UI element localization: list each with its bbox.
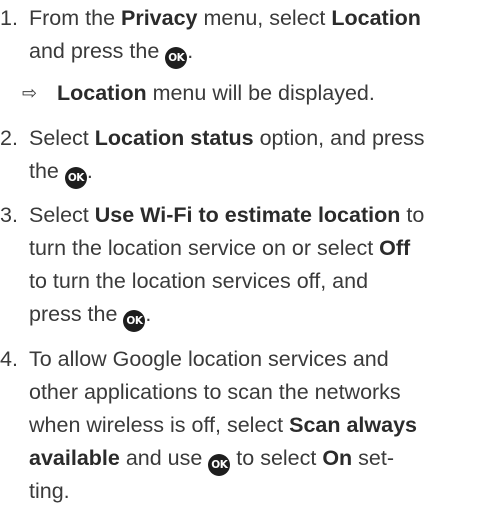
menu-name-location: Location <box>57 81 147 105</box>
option-location-status: Location status <box>94 126 254 150</box>
step-text: From the Privacy menu, select Location a… <box>29 2 479 69</box>
step-text: Select Use Wi-Fi to estimate location to… <box>29 199 479 332</box>
ok-button-icon: OK <box>64 167 87 189</box>
step-number: 2. <box>0 126 18 150</box>
result-arrow-icon: ⇨ <box>22 83 38 104</box>
ok-button-icon: OK <box>208 454 231 476</box>
option-on: On <box>322 446 353 470</box>
step-number: 1. <box>0 6 18 30</box>
option-scan-always: Scan always <box>289 413 417 437</box>
option-off: Off <box>379 236 411 260</box>
step-text: To allow Google location services and ot… <box>29 347 417 503</box>
option-scan-always-cont: available <box>29 446 120 470</box>
menu-name-privacy: Privacy <box>121 6 198 30</box>
step-number: 3. <box>0 203 18 227</box>
step-number: 4. <box>0 347 18 371</box>
step-text: Select Location status option, and press… <box>29 122 479 189</box>
instruction-list: 1. From the Privacy menu, select Locatio… <box>0 0 482 503</box>
option-use-wifi: Use Wi-Fi to estimate location <box>94 203 401 227</box>
menu-name-location: Location <box>331 6 421 30</box>
ok-button-icon: OK <box>123 310 146 332</box>
ok-button-icon: OK <box>165 47 188 69</box>
